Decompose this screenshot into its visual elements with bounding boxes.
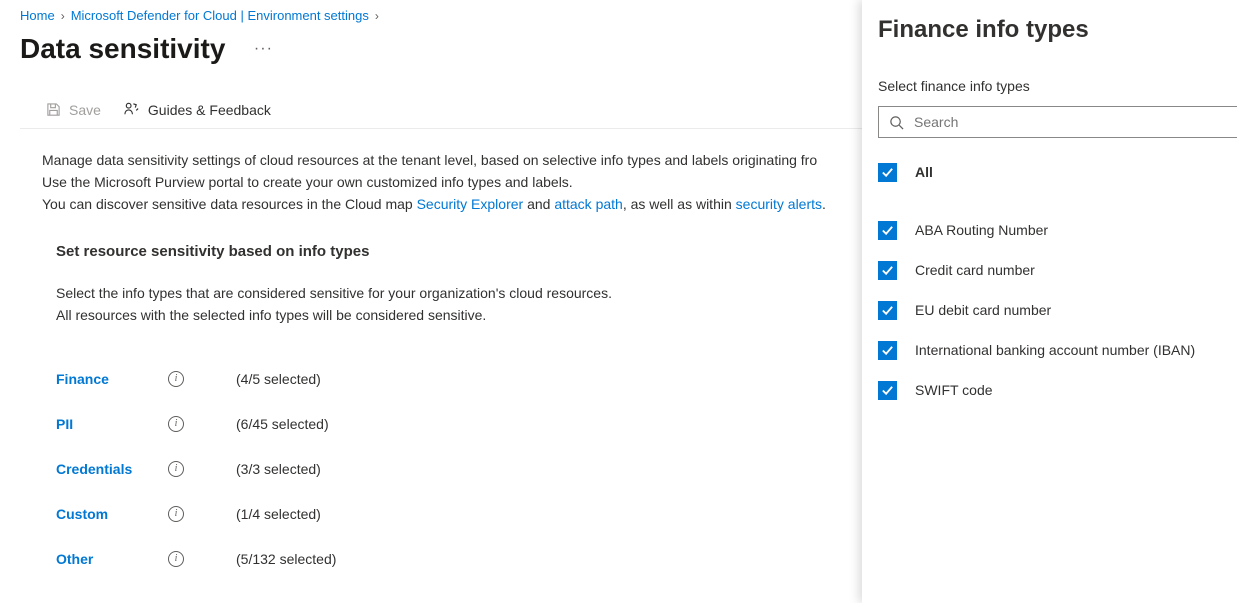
check-icon: [881, 224, 894, 237]
link-security-explorer[interactable]: Security Explorer: [417, 196, 524, 212]
save-icon: [46, 102, 61, 117]
search-box[interactable]: [878, 106, 1237, 138]
checkbox-label: ABA Routing Number: [915, 222, 1048, 238]
breadcrumb-defender[interactable]: Microsoft Defender for Cloud | Environme…: [71, 8, 369, 23]
checkbox[interactable]: [878, 301, 897, 320]
ellipsis-icon: ···: [254, 40, 273, 58]
section-heading: Set resource sensitivity based on info t…: [20, 243, 862, 260]
check-icon: [881, 166, 894, 179]
save-label: Save: [69, 102, 101, 118]
info-type-count: (1/4 selected): [236, 506, 321, 522]
desc-line3-mid: and: [523, 196, 554, 212]
checkbox-label: SWIFT code: [915, 382, 993, 398]
check-icon: [881, 264, 894, 277]
check-icon: [881, 304, 894, 317]
info-type-link-pii[interactable]: PII: [56, 416, 168, 432]
panel-title: Finance info types: [878, 16, 1237, 44]
info-icon[interactable]: i: [168, 506, 184, 522]
checkbox[interactable]: [878, 341, 897, 360]
description-block: Manage data sensitivity settings of clou…: [20, 149, 840, 215]
checkbox-label: EU debit card number: [915, 302, 1051, 318]
info-type-link-credentials[interactable]: Credentials: [56, 461, 168, 477]
info-icon[interactable]: i: [168, 461, 184, 477]
more-button[interactable]: ···: [251, 37, 275, 61]
desc-line2: Use the Microsoft Purview portal to crea…: [42, 171, 840, 193]
section-desc-line2: All resources with the selected info typ…: [56, 304, 862, 326]
desc-line3-end: .: [822, 196, 826, 212]
info-type-row: Financei (4/5 selected): [56, 356, 862, 401]
info-type-list: Financei(4/5 selected)PIIi(6/45 selected…: [20, 356, 862, 581]
side-panel: Finance info types Select finance info t…: [862, 0, 1237, 603]
checkbox[interactable]: [878, 261, 897, 280]
desc-line3-pre: You can discover sensitive data resource…: [42, 196, 417, 212]
checkbox-all[interactable]: [878, 163, 897, 182]
save-button: Save: [46, 102, 101, 118]
info-icon[interactable]: i: [168, 551, 184, 567]
info-icon[interactable]: i: [168, 371, 184, 387]
link-security-alerts[interactable]: security alerts: [736, 196, 822, 212]
checkbox[interactable]: [878, 381, 897, 400]
info-type-row: Otheri (5/132 selected): [56, 536, 862, 581]
section-desc-line1: Select the info types that are considere…: [56, 282, 862, 304]
desc-line3-mid2: , as well as within: [623, 196, 736, 212]
checkbox-row[interactable]: SWIFT code: [878, 370, 1237, 410]
checkbox-row[interactable]: International banking account number (IB…: [878, 330, 1237, 370]
info-type-count: (4/5 selected): [236, 371, 321, 387]
info-icon[interactable]: i: [168, 416, 184, 432]
feedback-icon: [123, 101, 140, 118]
chevron-right-icon: ›: [61, 9, 65, 23]
info-type-row: Customi (1/4 selected): [56, 491, 862, 536]
link-attack-path[interactable]: attack path: [554, 196, 623, 212]
checkbox-all-row[interactable]: All: [878, 152, 1237, 192]
guides-feedback-button[interactable]: Guides & Feedback: [123, 101, 271, 118]
info-type-count: (6/45 selected): [236, 416, 329, 432]
info-type-count: (5/132 selected): [236, 551, 336, 567]
command-bar: Save Guides & Feedback: [20, 101, 862, 129]
check-icon: [881, 344, 894, 357]
checkbox[interactable]: [878, 221, 897, 240]
search-icon: [889, 115, 904, 130]
checkbox-row[interactable]: Credit card number: [878, 250, 1237, 290]
info-type-link-finance[interactable]: Finance: [56, 371, 168, 387]
page-title: Data sensitivity: [20, 33, 225, 65]
checkbox-label: Credit card number: [915, 262, 1035, 278]
desc-line1: Manage data sensitivity settings of clou…: [42, 152, 817, 168]
info-type-link-other[interactable]: Other: [56, 551, 168, 567]
search-input[interactable]: [914, 114, 1237, 130]
checkbox-label: International banking account number (IB…: [915, 342, 1195, 358]
section-description: Select the info types that are considere…: [20, 282, 862, 326]
info-type-row: PIIi (6/45 selected): [56, 401, 862, 446]
info-type-row: Credentialsi (3/3 selected): [56, 446, 862, 491]
breadcrumb-home[interactable]: Home: [20, 8, 55, 23]
checkbox-row[interactable]: ABA Routing Number: [878, 210, 1237, 250]
info-type-link-custom[interactable]: Custom: [56, 506, 168, 522]
chevron-right-icon: ›: [375, 9, 379, 23]
panel-subtitle: Select finance info types: [878, 78, 1237, 94]
breadcrumb: Home › Microsoft Defender for Cloud | En…: [20, 8, 862, 23]
checkbox-row[interactable]: EU debit card number: [878, 290, 1237, 330]
info-type-count: (3/3 selected): [236, 461, 321, 477]
guides-label: Guides & Feedback: [148, 102, 271, 118]
check-icon: [881, 384, 894, 397]
all-label: All: [915, 164, 933, 180]
